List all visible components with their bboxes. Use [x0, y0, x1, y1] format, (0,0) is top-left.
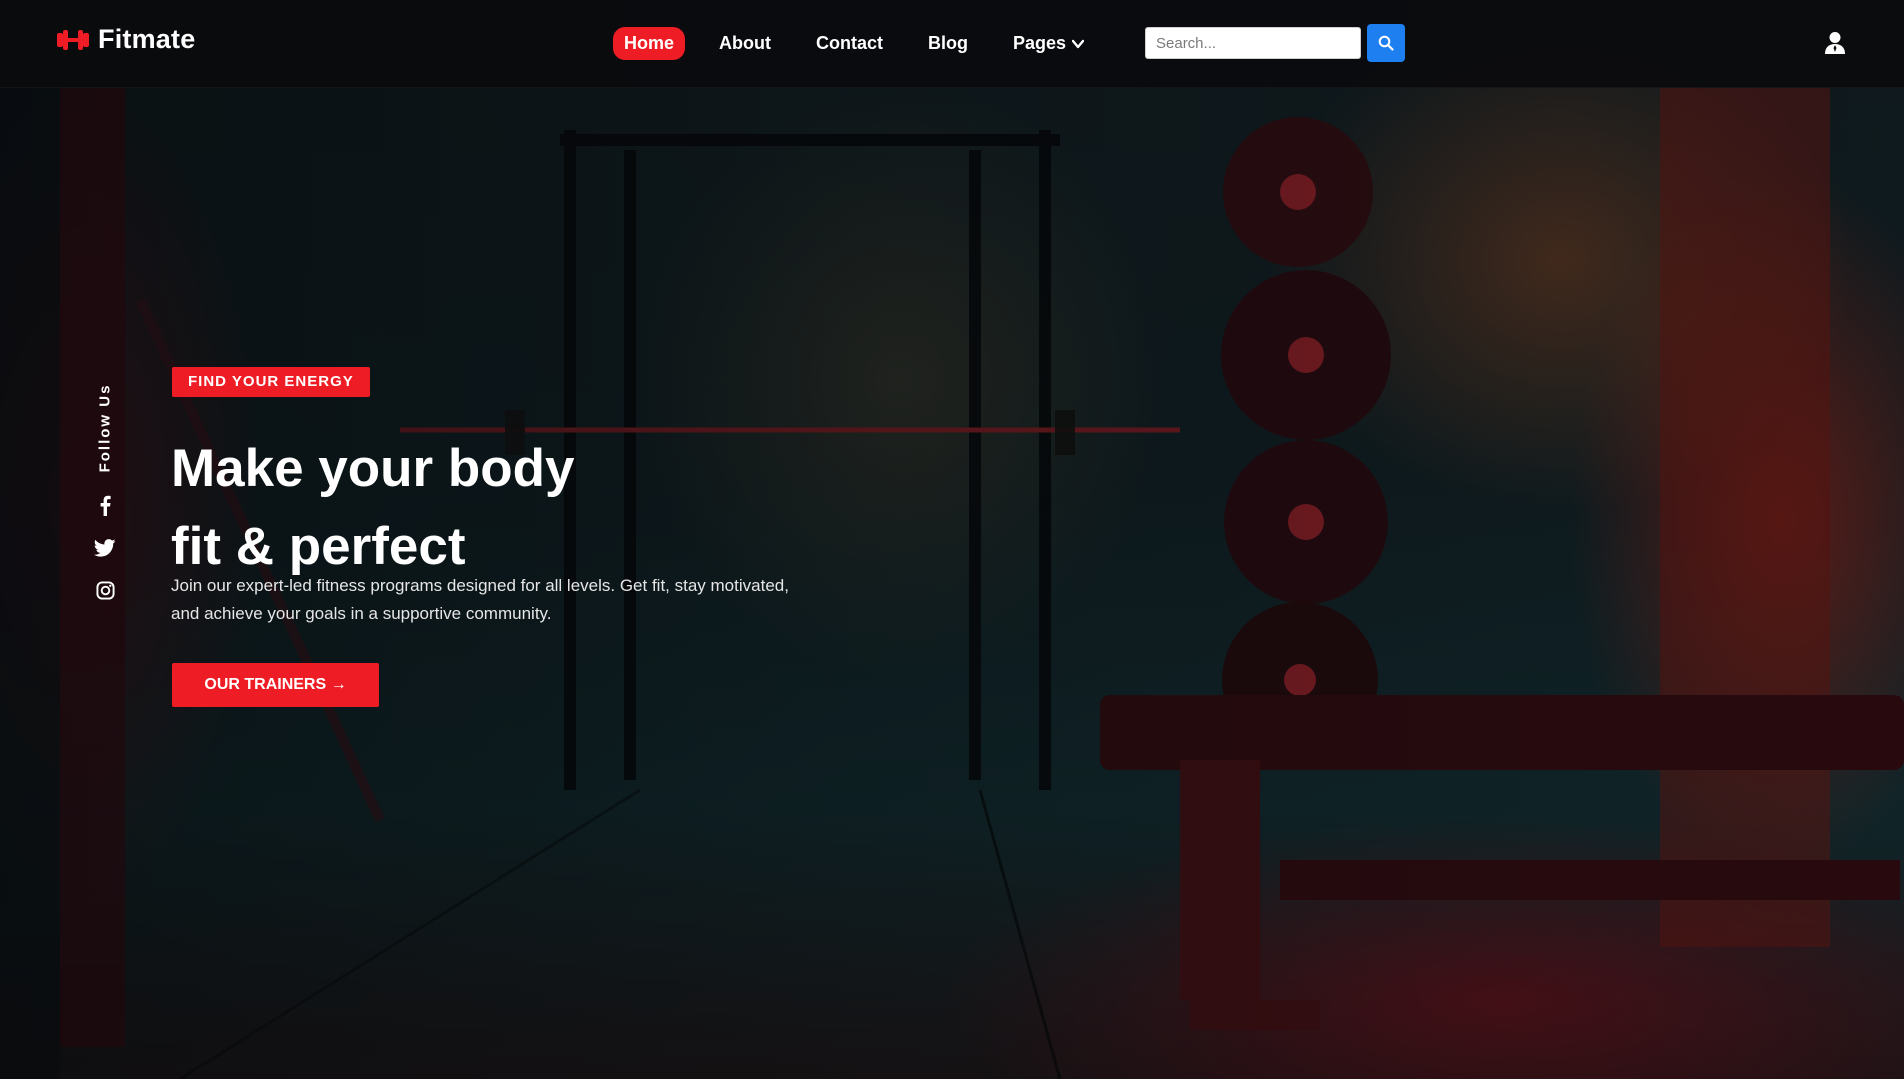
instagram-link[interactable]	[94, 579, 116, 601]
main-nav: Home About Contact Blog Pages	[613, 27, 1118, 60]
user-icon	[1825, 32, 1845, 54]
user-account-button[interactable]	[1822, 30, 1848, 56]
hero-description-line-1: Join our expert-led fitness programs des…	[171, 576, 789, 595]
page: Fitmate Home About Contact Blog Pages Se…	[0, 0, 1904, 1079]
nav-item-contact[interactable]: Contact	[805, 27, 894, 60]
hero-description: Join our expert-led fitness programs des…	[171, 572, 871, 628]
nav-item-about[interactable]: About	[708, 27, 782, 60]
hero-tagline-badge: FIND YOUR ENERGY	[172, 367, 370, 397]
dumbbell-icon	[57, 29, 89, 50]
brand-logo-link[interactable]: Fitmate	[56, 24, 195, 55]
hero-description-line-2: and achieve your goals in a supportive c…	[171, 604, 552, 623]
facebook-icon	[100, 495, 111, 516]
chevron-down-icon	[1072, 39, 1085, 48]
nav-item-pages-label: Pages	[1013, 33, 1067, 53]
nav-item-home[interactable]: Home	[613, 27, 686, 60]
brand-name: Fitmate	[98, 24, 196, 54]
nav-item-pages[interactable]: Pages	[1002, 27, 1095, 60]
instagram-icon	[95, 580, 115, 600]
search-button[interactable]	[1367, 24, 1405, 62]
search-input[interactable]	[1145, 27, 1361, 59]
nav-item-blog[interactable]: Blog	[917, 27, 979, 60]
hero-headline: Make your body fit & perfect	[171, 430, 931, 586]
navbar: Fitmate Home About Contact Blog Pages	[0, 0, 1904, 88]
search-icon	[1378, 35, 1394, 51]
our-trainers-button[interactable]: OUR TRAINERS →	[172, 663, 379, 707]
hero-headline-line-1: Make your body	[171, 439, 575, 498]
twitter-icon	[94, 539, 116, 557]
twitter-link[interactable]	[94, 537, 116, 559]
follow-us-label: Follow Us	[96, 383, 114, 473]
facebook-link[interactable]	[94, 494, 116, 516]
